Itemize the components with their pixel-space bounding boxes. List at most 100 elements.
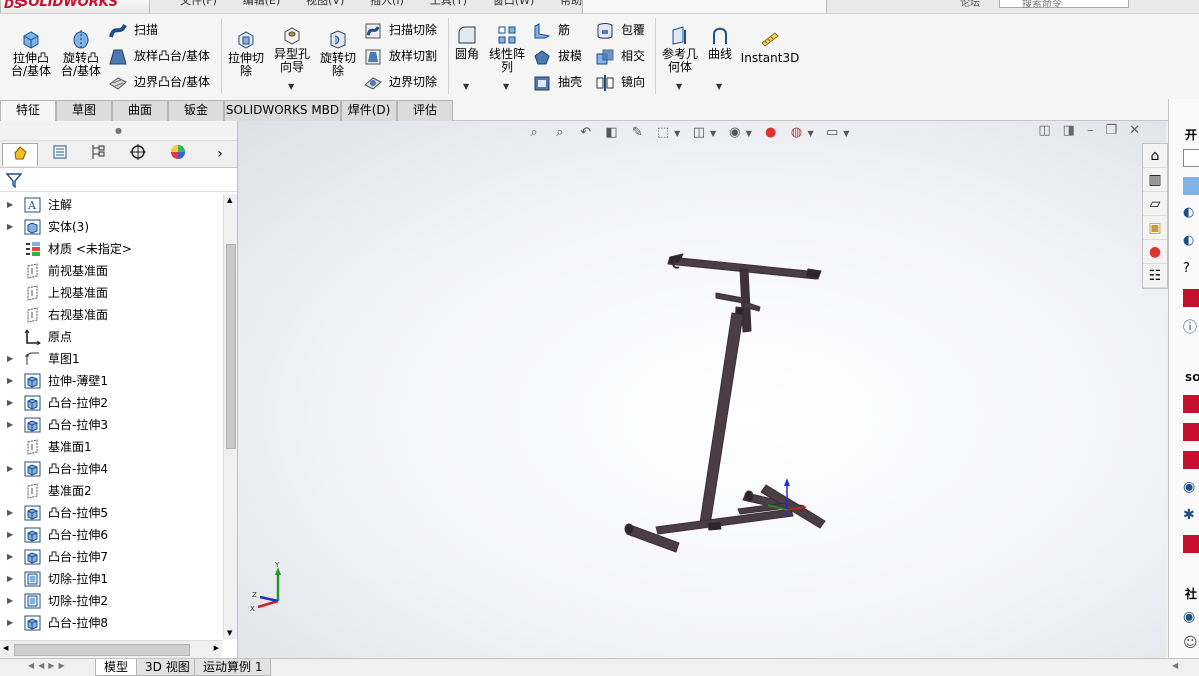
expand-arrow-icon[interactable]: ▶ — [7, 348, 13, 370]
expand-arrow-icon[interactable]: ▶ — [7, 590, 13, 612]
tab-3d-views[interactable]: 3D 视图 — [136, 659, 199, 676]
open-document-icon[interactable] — [1183, 177, 1199, 195]
loft-cut-button[interactable]: 放样切割 — [363, 47, 437, 66]
boundary-boss-button[interactable]: 边界凸台/基体 — [108, 73, 210, 92]
tree-node[interactable]: ▶ 凸台-拉伸5 — [0, 502, 222, 524]
info-icon[interactable]: ⓘ — [1183, 317, 1199, 336]
tab-scroll-arrows-icon[interactable]: ◀◀▶▶ — [28, 661, 69, 670]
file-explorer-icon[interactable]: ▱ — [1143, 192, 1167, 216]
tree-node[interactable]: 右视基准面 — [0, 304, 222, 326]
solidworks-logo[interactable]: DS SOLIDWORKS — [0, 0, 150, 13]
expand-arrow-icon[interactable]: ▶ — [7, 502, 13, 524]
menu-edit[interactable]: 编辑(E) — [243, 0, 281, 8]
tree-node[interactable]: ▶ 实体(3) — [0, 216, 222, 238]
bottom-scroll-left-icon[interactable]: ◀ — [1172, 661, 1178, 670]
tab-model[interactable]: 模型 — [95, 659, 138, 676]
sw-app-icon-6[interactable] — [1183, 535, 1199, 553]
tab-surfaces[interactable]: 曲面 — [112, 100, 168, 121]
tab-solidworks-mbd[interactable]: SOLIDWORKS MBD — [224, 100, 341, 121]
intersect-button[interactable]: 相交 — [595, 47, 645, 66]
wrap-button[interactable]: 包覆 — [595, 21, 645, 40]
tree-node[interactable]: ▶ 凸台-拉伸4 — [0, 458, 222, 480]
more-tabs-icon[interactable]: › — [210, 143, 230, 166]
linear-pattern-dropdown-icon[interactable]: ▼ — [503, 82, 509, 91]
revolve-cut-button[interactable]: 旋转切 除 — [318, 28, 358, 78]
curves-button[interactable]: 曲线 — [704, 24, 736, 61]
tree-node[interactable]: ▶ 凸台-拉伸8 — [0, 612, 222, 634]
tree-scroll-thumb[interactable] — [226, 244, 236, 449]
tree-node[interactable]: 材质 <未指定> — [0, 238, 222, 260]
community-icon-1[interactable]: ◉ — [1183, 609, 1199, 627]
tab-evaluate[interactable]: 评估 — [397, 100, 453, 121]
mirror-button[interactable]: 镜向 — [595, 73, 645, 92]
sweep-cut-button[interactable]: 扫描切除 — [363, 21, 437, 40]
extrude-boss-button[interactable]: 拉伸凸 台/基体 — [8, 28, 54, 78]
tree-node[interactable]: ▶ 切除-拉伸1 — [0, 568, 222, 590]
extrude-cut-button[interactable]: 拉伸切 除 — [226, 28, 266, 78]
help-icon[interactable]: ? — [1183, 261, 1199, 279]
tab-sheet-metal[interactable]: 钣金 — [168, 100, 224, 121]
property-manager-tab-icon[interactable] — [42, 143, 78, 166]
design-library-icon[interactable]: ▥ — [1143, 168, 1167, 192]
scroll-left-icon[interactable]: ◀ — [3, 644, 8, 652]
tree-node[interactable]: ▶ 凸台-拉伸3 — [0, 414, 222, 436]
expand-arrow-icon[interactable]: ▶ — [7, 524, 13, 546]
community-icon-2[interactable]: ☺ — [1183, 635, 1199, 653]
tab-motion-study-1[interactable]: 运动算例 1 — [194, 659, 272, 676]
tree-node[interactable]: ▶ 拉伸-薄壁1 — [0, 370, 222, 392]
tree-node[interactable]: 基准面1 — [0, 436, 222, 458]
expand-arrow-icon[interactable]: ▶ — [7, 612, 13, 634]
expand-arrow-icon[interactable]: ▶ — [7, 546, 13, 568]
model-stand-frame[interactable] — [238, 121, 1166, 658]
view-palette-icon[interactable]: ▣ — [1143, 216, 1167, 240]
display-manager-tab-icon[interactable] — [160, 143, 196, 166]
appearances-icon[interactable]: ● — [1143, 240, 1167, 264]
menu-insert[interactable]: 插入(I) — [370, 0, 404, 8]
tree-node[interactable]: ▶ 凸台-拉伸7 — [0, 546, 222, 568]
tree-node[interactable]: 基准面2 — [0, 480, 222, 502]
revolve-boss-button[interactable]: 旋转凸 台/基体 — [58, 28, 104, 78]
tab-sketch[interactable]: 草图 — [56, 100, 112, 121]
tab-features[interactable]: 特征 — [0, 100, 56, 122]
tree-node[interactable]: ▶ 切除-拉伸2 — [0, 590, 222, 612]
filter-icon[interactable] — [6, 172, 22, 188]
curves-dropdown-icon[interactable]: ▼ — [716, 82, 722, 91]
rib-button[interactable]: 筋 — [532, 21, 570, 40]
reference-geometry-button[interactable]: 参考几 何体 — [659, 24, 701, 74]
sw-app-icon-5[interactable]: ✱ — [1183, 507, 1199, 525]
menu-window[interactable]: 窗口(W) — [493, 0, 534, 8]
draft-button[interactable]: 拔模 — [532, 47, 582, 66]
new-document-icon[interactable] — [1183, 149, 1199, 167]
expand-arrow-icon[interactable]: ▶ — [7, 568, 13, 590]
tree-node[interactable]: ▶ 凸台-拉伸2 — [0, 392, 222, 414]
loft-boss-button[interactable]: 放样凸台/基体 — [108, 47, 210, 66]
linear-pattern-button[interactable]: 线性阵 列 — [486, 24, 528, 74]
menu-file[interactable]: 文件(F) — [180, 0, 217, 8]
whats-new-icon[interactable]: ◐ — [1183, 233, 1199, 251]
tree-node[interactable]: 原点 — [0, 326, 222, 348]
reference-triad-icon[interactable]: Y X Z — [248, 561, 288, 611]
expand-arrow-icon[interactable]: ▶ — [7, 216, 13, 238]
search-commands-input[interactable]: 搜索命令 — [999, 0, 1129, 10]
tree-node[interactable]: ▶ 草图1 — [0, 348, 222, 370]
sw-app-icon-3[interactable] — [1183, 451, 1199, 469]
tree-horizontal-scrollbar[interactable]: ◀ ▶ — [0, 640, 222, 658]
tab-weldments[interactable]: 焊件(D) — [341, 100, 397, 121]
home-icon[interactable]: ⌂ — [1143, 144, 1167, 168]
tree-node[interactable]: 前视基准面 — [0, 260, 222, 282]
dimxpert-manager-tab-icon[interactable] — [120, 143, 156, 166]
solidworks-resource-icon[interactable] — [1183, 289, 1199, 307]
sweep-button[interactable]: 扫描 — [108, 21, 158, 40]
tutorials-icon[interactable]: ◐ — [1183, 205, 1199, 223]
scroll-up-icon[interactable]: ▲ — [227, 196, 232, 204]
scroll-right-icon[interactable]: ▶ — [214, 644, 219, 652]
sw-app-icon-2[interactable] — [1183, 423, 1199, 441]
shell-button[interactable]: 抽壳 — [532, 73, 582, 92]
tree-hscroll-thumb[interactable] — [14, 644, 190, 656]
expand-arrow-icon[interactable]: ▶ — [7, 194, 13, 216]
reference-geometry-dropdown-icon[interactable]: ▼ — [676, 82, 682, 91]
configuration-manager-tab-icon[interactable] — [80, 143, 116, 166]
menu-view[interactable]: 视图(V) — [306, 0, 344, 8]
instant3d-button[interactable]: Instant3D — [740, 28, 800, 65]
feature-manager-tab-icon[interactable] — [2, 143, 38, 166]
